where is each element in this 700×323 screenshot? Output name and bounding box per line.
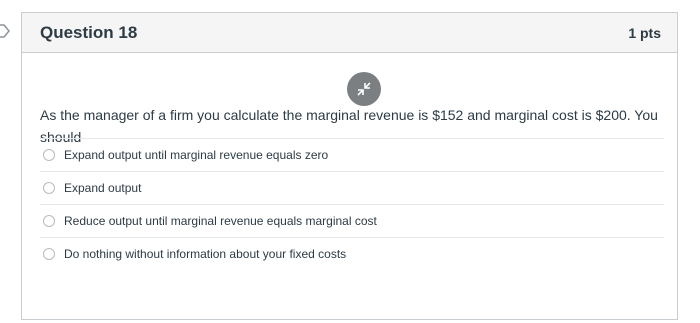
- question-header: Question 18 1 pts: [22, 13, 677, 53]
- answer-label: Reduce output until marginal revenue equ…: [64, 214, 377, 228]
- answer-list: Expand output until marginal revenue equ…: [40, 138, 664, 270]
- answer-option-2[interactable]: Expand output: [40, 171, 664, 204]
- collapse-arrows-icon[interactable]: [347, 72, 381, 106]
- answer-option-3[interactable]: Reduce output until marginal revenue equ…: [40, 204, 664, 237]
- answer-option-1[interactable]: Expand output until marginal revenue equ…: [40, 138, 664, 171]
- answer-label: Do nothing without information about you…: [64, 247, 347, 261]
- radio-button[interactable]: [43, 215, 55, 227]
- flag-outline-icon[interactable]: [0, 24, 10, 38]
- question-card: Question 18 1 pts As the manager of a fi…: [21, 12, 678, 320]
- radio-button[interactable]: [43, 149, 55, 161]
- radio-button[interactable]: [43, 182, 55, 194]
- answer-option-4[interactable]: Do nothing without information about you…: [40, 237, 664, 270]
- question-body: As the manager of a firm you calculate t…: [22, 53, 677, 148]
- question-title: Question 18: [40, 22, 138, 42]
- answer-label: Expand output until marginal revenue equ…: [64, 148, 329, 162]
- radio-button[interactable]: [43, 248, 55, 260]
- answer-label: Expand output: [64, 181, 142, 195]
- question-points: 1 pts: [628, 24, 661, 41]
